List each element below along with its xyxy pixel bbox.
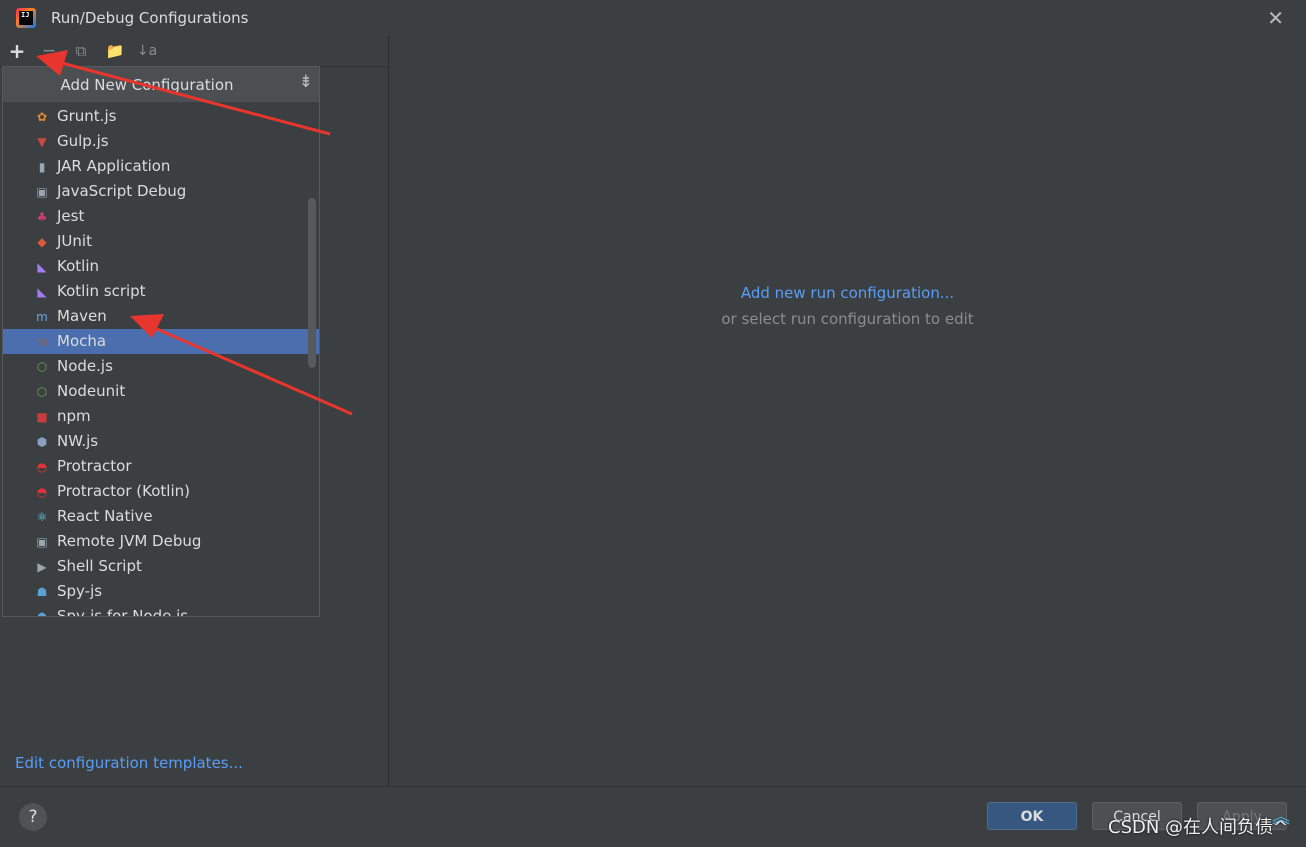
config-type-item[interactable]: m Maven [3,304,319,329]
config-type-label: Shell Script [57,557,142,575]
config-type-item[interactable]: ▮ JAR Application [3,154,319,179]
close-icon[interactable]: ✕ [1267,6,1284,30]
config-type-item[interactable]: ⬢ NW.js [3,429,319,454]
config-type-label: Spy-js for Node.js [57,607,189,617]
nwjs-icon: ⬢ [36,434,48,449]
csdn-watermark: CSDN @在人间负债^ [1108,817,1289,838]
spy-js-node-icon: ☗ [36,609,48,617]
configuration-detail-panel: Add new run configuration... or select r… [389,36,1306,786]
config-type-label: Jest [57,207,85,225]
config-type-label: Protractor (Kotlin) [57,482,190,500]
remove-configuration-button[interactable]: − [38,40,60,62]
grunt-icon: ✿ [36,109,48,124]
config-type-label: Nodeunit [57,382,126,400]
config-type-item[interactable]: ◓ Protractor [3,454,319,479]
scroll-top-icon: ︽ [1272,807,1290,828]
configuration-type-list: ✿ Grunt.js ▼ Gulp.js ▮ JAR Application ▣ JavaSc… [3,104,319,617]
protractor-kotlin-icon: ◓ [36,484,48,499]
add-new-configuration-popup: Add New Configuration ⇟ ✿ Grunt.js ▼ Gulp.j… [2,66,320,617]
configurations-toolbar: + − ⧉ 📁 ↓a [0,36,388,67]
intellij-app-icon: IJ [16,8,36,28]
popup-header: Add New Configuration ⇟ [3,67,319,102]
config-type-label: NW.js [57,432,99,450]
config-type-label: Remote JVM Debug [57,532,202,550]
config-type-item[interactable]: ▣ JavaScript Debug [3,179,319,204]
add-new-run-configuration-link[interactable]: Add new run configuration... [389,284,1306,302]
config-type-item[interactable]: ◣ Kotlin script [3,279,319,304]
config-type-item[interactable]: ☗ Spy-js [3,579,319,604]
nodejs-icon: ⬡ [36,359,48,374]
config-type-item[interactable]: ◆ JUnit [3,229,319,254]
config-type-label: JAR Application [57,157,171,175]
config-type-label: Grunt.js [57,107,117,125]
ok-button[interactable]: OK [987,802,1077,830]
config-type-label: Gulp.js [57,132,109,150]
maven-icon: m [36,309,48,324]
config-type-label: Mocha [57,332,107,350]
window-title: Run/Debug Configurations [51,9,249,27]
create-folder-button[interactable]: 📁 [104,40,126,62]
copy-configuration-button[interactable]: ⧉ [70,40,92,62]
config-type-item[interactable]: ⬡ Node.js [3,354,319,379]
remote-jvm-debug-icon: ▣ [36,534,48,549]
config-type-item[interactable]: ♣ Jest [3,204,319,229]
config-type-item[interactable]: m Mocha [3,329,319,354]
config-type-item[interactable]: ▶ Shell Script [3,554,319,579]
dialog-footer: ? OK Cancel Apply CSDN @在人间负债^ ︽ [0,786,1306,847]
javascript-debug-icon: ▣ [36,184,48,199]
sort-configurations-button[interactable]: ↓a [136,40,158,62]
collapse-all-icon[interactable]: ⇟ [299,72,313,92]
config-type-item[interactable]: ⚛ React Native [3,504,319,529]
config-type-label: Kotlin [57,257,99,275]
spy-js-icon: ☗ [36,584,48,599]
gulp-icon: ▼ [37,134,47,149]
config-type-label: Node.js [57,357,113,375]
kotlin-icon: ◣ [37,259,47,274]
select-configuration-hint: or select run configuration to edit [721,310,974,328]
config-type-label: JUnit [57,232,92,250]
config-type-item[interactable]: ◣ Kotlin [3,254,319,279]
config-type-label: Spy-js [57,582,103,600]
config-type-label: npm [57,407,91,425]
config-type-item[interactable]: ■ npm [3,404,319,429]
jest-icon: ♣ [36,209,48,224]
config-type-label: Kotlin script [57,282,146,300]
config-type-item[interactable]: ✿ Grunt.js [3,104,319,129]
config-type-item[interactable]: ▣ Remote JVM Debug [3,529,319,554]
config-type-item[interactable]: ⬡ Nodeunit [3,379,319,404]
config-type-item[interactable]: ☗ Spy-js for Node.js [3,604,319,617]
title-bar: IJ Run/Debug Configurations ✕ [0,0,1306,36]
popup-scrollbar[interactable] [308,198,316,368]
shell-script-icon: ▶ [37,559,47,574]
popup-title: Add New Configuration [60,76,234,94]
mocha-icon: m [36,334,48,349]
config-type-label: Protractor [57,457,132,475]
jar-icon: ▮ [38,159,46,174]
config-type-label: React Native [57,507,153,525]
edit-configuration-templates-link[interactable]: Edit configuration templates... [15,754,243,772]
npm-icon: ■ [36,409,48,424]
add-configuration-button[interactable]: + [6,40,28,62]
config-type-label: JavaScript Debug [57,182,187,200]
config-type-label: Maven [57,307,107,325]
nodeunit-icon: ⬡ [36,384,48,399]
react-native-icon: ⚛ [36,509,48,524]
help-button[interactable]: ? [19,803,47,831]
junit-icon: ◆ [37,234,47,249]
config-type-item[interactable]: ◓ Protractor (Kotlin) [3,479,319,504]
protractor-icon: ◓ [36,459,48,474]
kotlin-script-icon: ◣ [37,284,47,299]
config-type-item[interactable]: ▼ Gulp.js [3,129,319,154]
